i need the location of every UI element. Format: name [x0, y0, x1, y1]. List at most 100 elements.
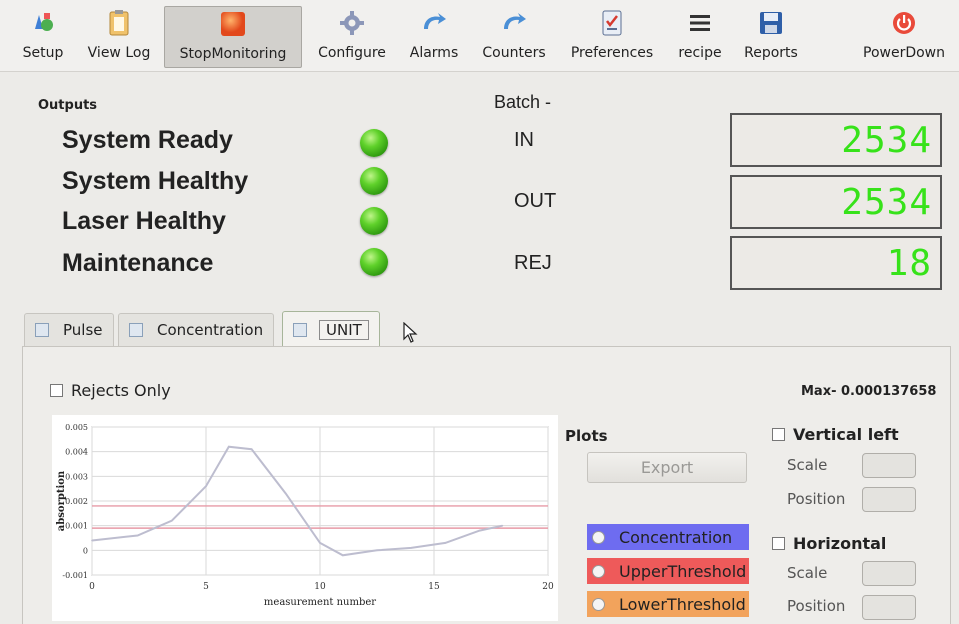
status-led-maintenance: [360, 248, 388, 276]
counters-icon: [499, 8, 529, 38]
plot-concentration-radio[interactable]: [592, 530, 605, 544]
plot-lower-threshold-radio[interactable]: [592, 597, 605, 611]
vertical-scale-label: Scale: [787, 456, 828, 474]
configure-label: Configure: [318, 45, 386, 61]
menu-icon: [685, 8, 715, 38]
configure-button[interactable]: Configure: [310, 6, 394, 68]
rejects-only-checkbox-box[interactable]: [50, 384, 63, 397]
y-tick-label: 0: [83, 546, 88, 555]
recipe-button[interactable]: recipe: [672, 6, 728, 68]
horizontal-checkbox-box[interactable]: [772, 537, 785, 550]
vertical-left-label: Vertical left: [793, 425, 899, 444]
horizontal-scale-label: Scale: [787, 564, 828, 582]
counter-display-rej: 18: [730, 236, 942, 290]
data-point: [171, 519, 173, 522]
stop-monitoring-label: StopMonitoring: [179, 46, 287, 62]
view-log-label: View Log: [87, 45, 151, 61]
view-log-button[interactable]: View Log: [80, 6, 158, 68]
export-button[interactable]: Export: [587, 452, 747, 483]
absorption-chart: 0.005 0.004 0.003 0.002 0.001 0 -0.001 0 5 10 15 20…: [52, 415, 558, 621]
tab-concentration[interactable]: Concentration: [118, 313, 275, 346]
data-point: [285, 492, 287, 495]
plot-concentration-button[interactable]: Concentration: [587, 524, 749, 550]
data-point: [228, 445, 230, 448]
x-tick-label: 15: [428, 582, 440, 592]
output-label-maintenance: Maintenance: [62, 249, 214, 277]
counter-label-out: OUT: [514, 190, 557, 212]
outputs-title: Outputs: [38, 98, 98, 113]
y-tick-label: 0.001: [65, 522, 88, 531]
horizontal-checkbox[interactable]: Horizontal: [772, 534, 886, 553]
data-point: [478, 529, 481, 532]
rejects-only-label: Rejects Only: [71, 381, 171, 400]
horizontal-position-field[interactable]: [862, 595, 916, 620]
preferences-button[interactable]: Preferences: [562, 6, 662, 68]
stop-monitoring-button[interactable]: StopMonitoring: [164, 6, 302, 68]
reports-label: Reports: [744, 45, 798, 61]
counters-button[interactable]: Counters: [474, 6, 554, 68]
data-point: [501, 524, 504, 527]
y-tick-label: 0.004: [65, 448, 88, 457]
plot-lower-threshold-button[interactable]: LowerThreshold: [587, 591, 749, 617]
vertical-position-field[interactable]: [862, 487, 916, 512]
plot-upper-threshold-radio[interactable]: [592, 564, 605, 578]
batch-title: Batch -: [494, 92, 552, 112]
rejects-only-checkbox[interactable]: Rejects Only: [50, 381, 171, 400]
setup-icon: [28, 8, 58, 38]
data-point: [136, 534, 139, 537]
x-tick-label: 20: [542, 582, 554, 592]
plot-upper-threshold-button[interactable]: UpperThreshold: [587, 558, 749, 584]
max-value-text: Max- 0.000137658: [801, 384, 937, 399]
app-window: Setup View Log StopMonitoring Configure …: [0, 0, 959, 624]
pulse-tab-icon: [35, 323, 49, 337]
output-label-system-ready: System Ready: [62, 126, 233, 154]
data-point: [342, 554, 344, 557]
alarms-button[interactable]: Alarms: [404, 6, 464, 68]
x-tick-label: 5: [203, 582, 209, 592]
setup-button[interactable]: Setup: [16, 6, 70, 68]
counter-label-rej: REJ: [514, 252, 552, 274]
stop-icon: [218, 9, 248, 39]
tab-concentration-label: Concentration: [157, 321, 264, 339]
vertical-scale-field[interactable]: [862, 453, 916, 478]
horizontal-scale-field[interactable]: [862, 561, 916, 586]
mouse-cursor-icon: [403, 322, 418, 343]
power-down-button[interactable]: PowerDown: [852, 6, 956, 68]
horizontal-position-label: Position: [787, 597, 846, 615]
counter-display-in: 2534: [730, 113, 942, 167]
vertical-left-checkbox[interactable]: Vertical left: [772, 425, 899, 444]
vertical-left-checkbox-box[interactable]: [772, 428, 785, 441]
tab-pulse-label: Pulse: [63, 321, 103, 339]
y-axis-label: absorption: [56, 470, 67, 531]
tab-pulse[interactable]: Pulse: [24, 313, 114, 346]
clipboard-icon: [104, 8, 134, 38]
horizontal-label: Horizontal: [793, 534, 887, 553]
output-label-system-healthy: System Healthy: [62, 167, 249, 195]
tab-unit-label: UNIT: [319, 319, 369, 340]
vertical-position-label: Position: [787, 490, 846, 508]
x-tick-label: 10: [314, 582, 326, 592]
recipe-label: recipe: [678, 45, 722, 61]
checklist-icon: [597, 8, 627, 38]
alarms-label: Alarms: [409, 45, 459, 61]
data-point: [410, 547, 413, 549]
power-icon: [889, 8, 919, 38]
x-axis-label: measurement number: [264, 597, 376, 608]
concentration-tab-icon: [129, 323, 143, 337]
setup-label: Setup: [22, 45, 64, 61]
plots-label: Plots: [565, 427, 608, 445]
y-tick-label: -0.001: [62, 571, 88, 580]
data-point: [376, 549, 378, 552]
chart-svg: 0.0050.0040.0030.0020.0010-0.0010 5 10 15 20…: [56, 423, 554, 608]
status-led-system-healthy: [360, 167, 388, 195]
status-led-laser-healthy: [360, 207, 388, 235]
tab-unit[interactable]: UNIT: [282, 311, 380, 347]
y-tick-label: 0.003: [65, 472, 88, 481]
reports-button[interactable]: Reports: [736, 6, 806, 68]
data-point: [205, 485, 207, 487]
alarm-icon: [419, 8, 449, 38]
counter-label-in: IN: [514, 129, 534, 151]
data-point: [444, 542, 447, 544]
counter-display-out: 2534: [730, 175, 942, 229]
power-down-label: PowerDown: [863, 45, 945, 61]
